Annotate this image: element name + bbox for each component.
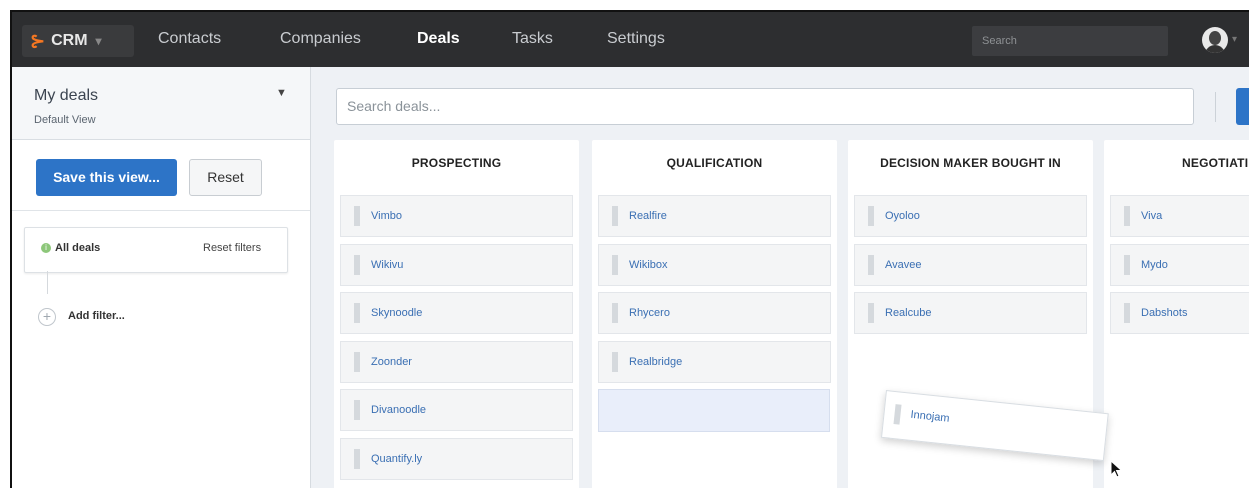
drag-handle-icon[interactable] — [612, 255, 618, 275]
column-title: QUALIFICATION — [666, 156, 763, 170]
drag-handle-icon[interactable] — [354, 255, 360, 275]
add-filter-link[interactable]: Add filter... — [68, 310, 125, 322]
nav-contacts[interactable]: Contacts — [158, 30, 221, 48]
deal-card[interactable]: Quantify.ly — [340, 438, 573, 480]
drag-handle-icon[interactable] — [1124, 303, 1130, 323]
pipeline-column-negotiation: NEGOTIATI Viva Mydo Dabshots — [1104, 140, 1249, 488]
deal-name[interactable]: Wikibox — [629, 259, 668, 271]
deal-card[interactable]: Oyoloo — [854, 195, 1087, 237]
deal-name[interactable]: Vimbo — [371, 210, 402, 222]
deal-card[interactable]: Wikivu — [340, 244, 573, 286]
add-icon[interactable]: + — [38, 308, 56, 326]
deal-card[interactable]: Divanoodle — [340, 389, 573, 431]
deal-card[interactable]: Viva — [1110, 195, 1249, 237]
deal-card[interactable]: Mydo — [1110, 244, 1249, 286]
drag-handle-icon[interactable] — [868, 255, 874, 275]
filters-sidebar: My deals Default View ▼ Save this view..… — [12, 67, 311, 488]
deal-name[interactable]: Innojam — [910, 409, 950, 425]
column-title: NEGOTIATI — [1182, 156, 1249, 170]
deal-card[interactable]: Dabshots — [1110, 292, 1249, 334]
column-title: PROSPECTING — [411, 156, 502, 170]
brand-label: CRM — [51, 32, 88, 49]
deal-card[interactable]: Avavee — [854, 244, 1087, 286]
deal-name[interactable]: Rhycero — [629, 307, 670, 319]
save-view-button[interactable]: Save this view... — [36, 159, 177, 196]
drag-handle-icon[interactable] — [612, 352, 618, 372]
divider — [12, 210, 310, 211]
chevron-down-icon[interactable]: ▾ — [1232, 34, 1237, 45]
deal-card[interactable]: Skynoodle — [340, 292, 573, 334]
reset-filters-link[interactable]: Reset filters — [203, 242, 261, 254]
deal-card[interactable]: Zoonder — [340, 341, 573, 383]
deal-card[interactable]: Rhycero — [598, 292, 831, 334]
nav-settings[interactable]: Settings — [607, 30, 665, 48]
top-nav: ⊱ CRM ▾ Contacts Companies Deals Tasks S… — [12, 12, 1249, 67]
drag-handle-icon[interactable] — [868, 206, 874, 226]
connector-line — [47, 271, 48, 294]
mouse-cursor-icon — [1110, 460, 1123, 478]
filter-label: All deals — [55, 242, 101, 254]
avatar[interactable] — [1202, 27, 1228, 53]
deal-name[interactable]: Wikivu — [371, 259, 403, 271]
deal-name[interactable]: Avavee — [885, 259, 922, 271]
nav-deals[interactable]: Deals — [417, 30, 460, 48]
deal-name[interactable]: Oyoloo — [885, 210, 920, 222]
filter-card: i All deals Reset filters — [24, 227, 288, 273]
drag-handle-icon[interactable] — [354, 206, 360, 226]
pipeline-column-prospecting: PROSPECTING Vimbo Wikivu Skynoodle Zoond… — [334, 140, 579, 488]
deal-name[interactable]: Mydo — [1141, 259, 1168, 271]
deal-name[interactable]: Zoonder — [371, 356, 412, 368]
drag-handle-icon[interactable] — [354, 400, 360, 420]
create-deal-button[interactable] — [1236, 88, 1249, 125]
drag-handle-icon[interactable] — [354, 449, 360, 469]
view-title: My deals — [34, 87, 99, 104]
drag-handle-icon[interactable] — [1124, 206, 1130, 226]
drag-handle-icon[interactable] — [612, 303, 618, 323]
drag-handle-icon[interactable] — [893, 404, 902, 425]
reset-button[interactable]: Reset — [189, 159, 262, 196]
drag-handle-icon[interactable] — [354, 352, 360, 372]
view-selector[interactable]: My deals Default View ▼ — [12, 67, 310, 140]
view-subtitle: Default View — [34, 114, 96, 126]
drop-placeholder[interactable] — [598, 389, 830, 432]
deal-name[interactable]: Viva — [1141, 210, 1162, 222]
deal-name[interactable]: Realfire — [629, 210, 667, 222]
deal-name[interactable]: Quantify.ly — [371, 453, 422, 465]
divider — [1215, 92, 1216, 122]
column-title: DECISION MAKER BOUGHT IN — [880, 156, 1061, 170]
deal-name[interactable]: Skynoodle — [371, 307, 422, 319]
drag-handle-icon[interactable] — [868, 303, 874, 323]
global-search-input[interactable]: Search — [972, 26, 1168, 56]
chevron-down-icon: ▾ — [95, 34, 102, 48]
crm-menu-button[interactable]: ⊱ CRM ▾ — [22, 25, 134, 57]
drag-handle-icon[interactable] — [354, 303, 360, 323]
nav-tasks[interactable]: Tasks — [512, 30, 553, 48]
deal-card[interactable]: Realbridge — [598, 341, 831, 383]
deal-card[interactable]: Wikibox — [598, 244, 831, 286]
deal-name[interactable]: Dabshots — [1141, 307, 1187, 319]
hubspot-logo-icon: ⊱ — [30, 30, 46, 51]
deal-card[interactable]: Vimbo — [340, 195, 573, 237]
deal-name[interactable]: Realcube — [885, 307, 931, 319]
deal-card[interactable]: Realcube — [854, 292, 1087, 334]
nav-companies[interactable]: Companies — [280, 30, 361, 48]
chevron-down-icon: ▼ — [276, 87, 287, 99]
deal-card[interactable]: Realfire — [598, 195, 831, 237]
search-deals-input[interactable]: Search deals... — [336, 88, 1194, 125]
drag-handle-icon[interactable] — [612, 206, 618, 226]
app-window: ⊱ CRM ▾ Contacts Companies Deals Tasks S… — [10, 10, 1249, 488]
info-icon: i — [41, 243, 51, 253]
pipeline-column-qualification: QUALIFICATION Realfire Wikibox Rhycero R… — [592, 140, 837, 488]
deal-name[interactable]: Divanoodle — [371, 404, 426, 416]
deal-name[interactable]: Realbridge — [629, 356, 682, 368]
drag-handle-icon[interactable] — [1124, 255, 1130, 275]
